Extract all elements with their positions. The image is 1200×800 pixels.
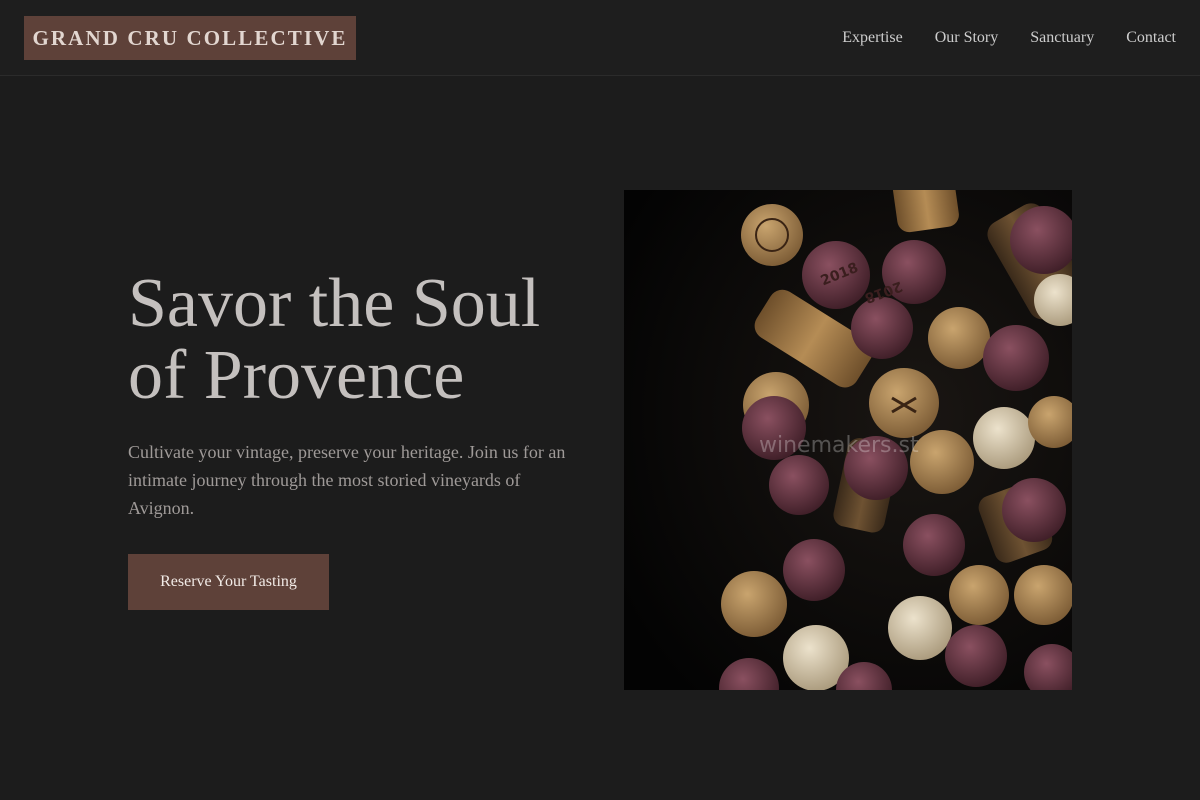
hero-subtitle: Cultivate your vintage, preserve your he… — [128, 442, 566, 518]
hero-title-line-1: Savor the Soul — [128, 265, 541, 342]
hero-title-line-2: of Provence — [128, 337, 465, 414]
wine-corks-photo: 2018 2018 winemakers.st — [624, 190, 1072, 690]
nav-link-expertise[interactable]: Expertise — [842, 29, 902, 47]
main-nav: Expertise Our Story Sanctuary Contact — [842, 0, 1176, 76]
corks-illustration: 2018 2018 winemakers.st — [624, 190, 1072, 690]
image-watermark: winemakers.st — [759, 433, 919, 458]
nav-link-our-story[interactable]: Our Story — [935, 29, 999, 47]
hero-title: Savor the Soul of Provence — [128, 268, 598, 412]
brand-logo[interactable]: GRAND CRU COLLECTIVE — [24, 16, 356, 60]
site-header: GRAND CRU COLLECTIVE Expertise Our Story… — [0, 0, 1200, 76]
nav-link-sanctuary[interactable]: Sanctuary — [1030, 29, 1094, 47]
reserve-tasting-button[interactable]: Reserve Your Tasting — [128, 554, 329, 610]
nav-link-contact[interactable]: Contact — [1126, 29, 1176, 47]
